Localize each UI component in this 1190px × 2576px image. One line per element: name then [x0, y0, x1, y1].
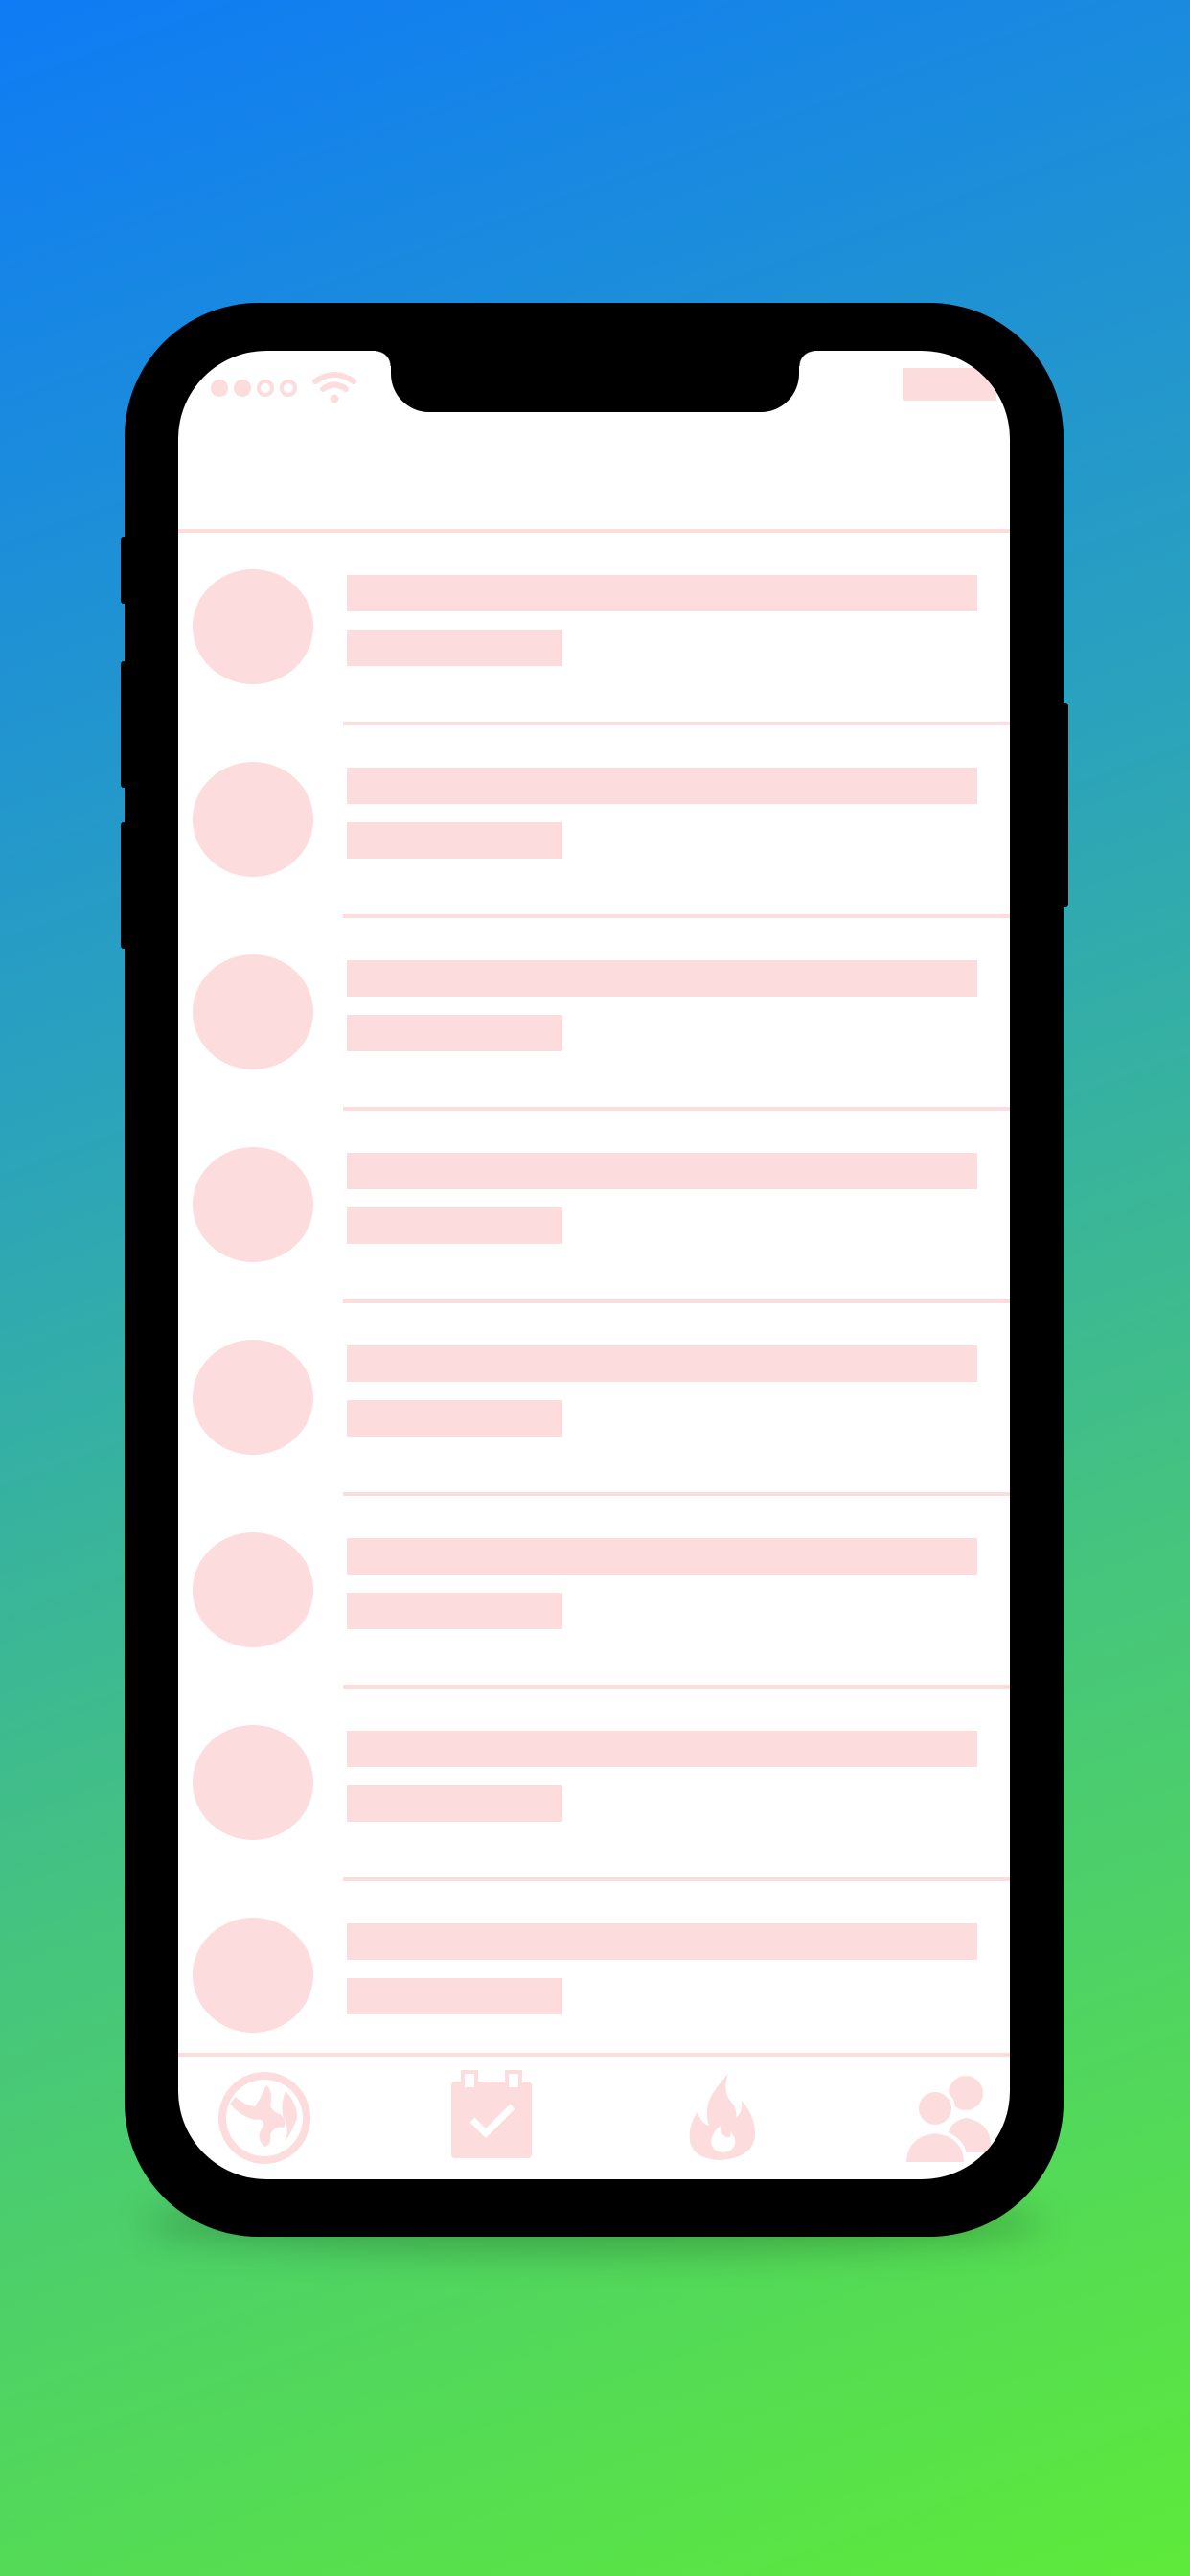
avatar-placeholder: [193, 1147, 313, 1262]
title-placeholder: [347, 1731, 977, 1767]
calendar-check-icon: [451, 2070, 532, 2158]
list-item[interactable]: [178, 1303, 1010, 1496]
subtitle-placeholder: [347, 1978, 562, 2014]
list-item[interactable]: [178, 1881, 1010, 2074]
status-bar-left: [211, 372, 356, 404]
device-frame: [125, 303, 1064, 2237]
subtitle-placeholder: [347, 1593, 562, 1629]
tab-globe[interactable]: [217, 2070, 312, 2166]
subtitle-placeholder: [347, 822, 562, 859]
list-item[interactable]: [178, 1111, 1010, 1303]
avatar-placeholder: [193, 1918, 313, 2033]
avatar-placeholder: [193, 1340, 313, 1455]
subtitle-placeholder: [347, 1400, 562, 1437]
tab-bar: [178, 2057, 1010, 2179]
signal-dot: [211, 380, 228, 397]
subtitle-placeholder: [347, 1015, 562, 1051]
subtitle-placeholder: [347, 1785, 562, 1822]
title-placeholder: [347, 575, 977, 611]
avatar-placeholder: [193, 954, 313, 1070]
title-placeholder: [347, 1923, 977, 1960]
skeleton-list: [178, 533, 1010, 2074]
title-placeholder: [347, 1153, 977, 1189]
avatar-placeholder: [193, 762, 313, 877]
title-placeholder: [347, 1346, 977, 1382]
signal-dot-empty: [257, 380, 274, 397]
list-item[interactable]: [178, 1496, 1010, 1689]
avatar-placeholder: [193, 1532, 313, 1647]
avatar-placeholder: [193, 569, 313, 684]
title-placeholder: [347, 1538, 977, 1575]
globe-icon: [218, 2072, 310, 2164]
avatar-placeholder: [193, 1725, 313, 1840]
list-item[interactable]: [178, 533, 1010, 725]
subtitle-placeholder: [347, 1208, 562, 1244]
list-item[interactable]: [178, 1689, 1010, 1881]
list-item[interactable]: [178, 918, 1010, 1111]
signal-dot-empty: [280, 380, 297, 397]
wifi-icon: [312, 372, 356, 403]
signal-dot: [234, 380, 251, 397]
subtitle-placeholder: [347, 630, 562, 666]
tab-calendar[interactable]: [444, 2070, 539, 2166]
tab-fire[interactable]: [675, 2070, 770, 2166]
fire-icon: [689, 2074, 755, 2160]
users-icon: [902, 2076, 991, 2166]
screen: [178, 351, 1010, 2179]
title-placeholder: [347, 768, 977, 804]
battery-placeholder: [903, 368, 996, 401]
title-placeholder: [347, 960, 977, 997]
tab-users[interactable]: [901, 2070, 996, 2166]
list-item[interactable]: [178, 725, 1010, 918]
notch: [376, 351, 814, 412]
